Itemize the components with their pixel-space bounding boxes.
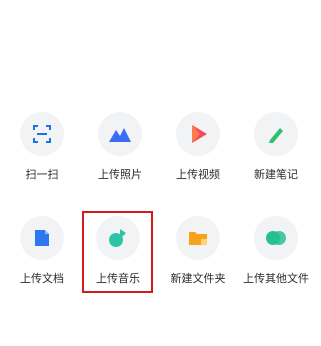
upload-doc-label: 上传文档 xyxy=(20,272,64,285)
upload-photo-button[interactable]: 上传照片 xyxy=(80,112,160,202)
new-note-button[interactable]: 新建笔记 xyxy=(236,112,316,202)
pen-note-icon xyxy=(269,128,283,143)
upload-photo-icon-wrap xyxy=(98,112,142,156)
folder-icon xyxy=(189,232,207,245)
upload-video-button[interactable]: 上传视频 xyxy=(158,112,238,202)
scan-icon xyxy=(33,125,51,143)
new-note-icon-wrap xyxy=(254,112,298,156)
upload-video-icon-wrap xyxy=(176,112,220,156)
upload-other-icon-wrap xyxy=(254,216,298,260)
new-folder-label: 新建文件夹 xyxy=(170,272,226,285)
new-folder-icon-wrap xyxy=(176,216,220,260)
play-video-icon xyxy=(192,125,207,143)
upload-photo-label: 上传照片 xyxy=(98,168,142,181)
mountain-photo-icon xyxy=(109,128,131,142)
scan-icon-wrap xyxy=(20,112,64,156)
other-file-icon xyxy=(266,231,286,245)
scan-label: 扫一扫 xyxy=(25,168,59,181)
document-icon xyxy=(35,230,49,246)
upload-other-button[interactable]: 上传其他文件 xyxy=(236,216,316,306)
upload-other-label: 上传其他文件 xyxy=(243,272,309,285)
scan-button[interactable]: 扫一扫 xyxy=(2,112,82,202)
upload-doc-icon-wrap xyxy=(20,216,64,260)
selection-highlight xyxy=(82,211,153,293)
upload-actions-grid: 扫一扫 上传照片 上传视频 新建笔记 上传文档 上传音乐 新建文件夹 上传其他文… xyxy=(0,0,321,346)
new-folder-button[interactable]: 新建文件夹 xyxy=(158,216,238,306)
upload-doc-button[interactable]: 上传文档 xyxy=(2,216,82,306)
new-note-label: 新建笔记 xyxy=(254,168,298,181)
upload-video-label: 上传视频 xyxy=(176,168,220,181)
